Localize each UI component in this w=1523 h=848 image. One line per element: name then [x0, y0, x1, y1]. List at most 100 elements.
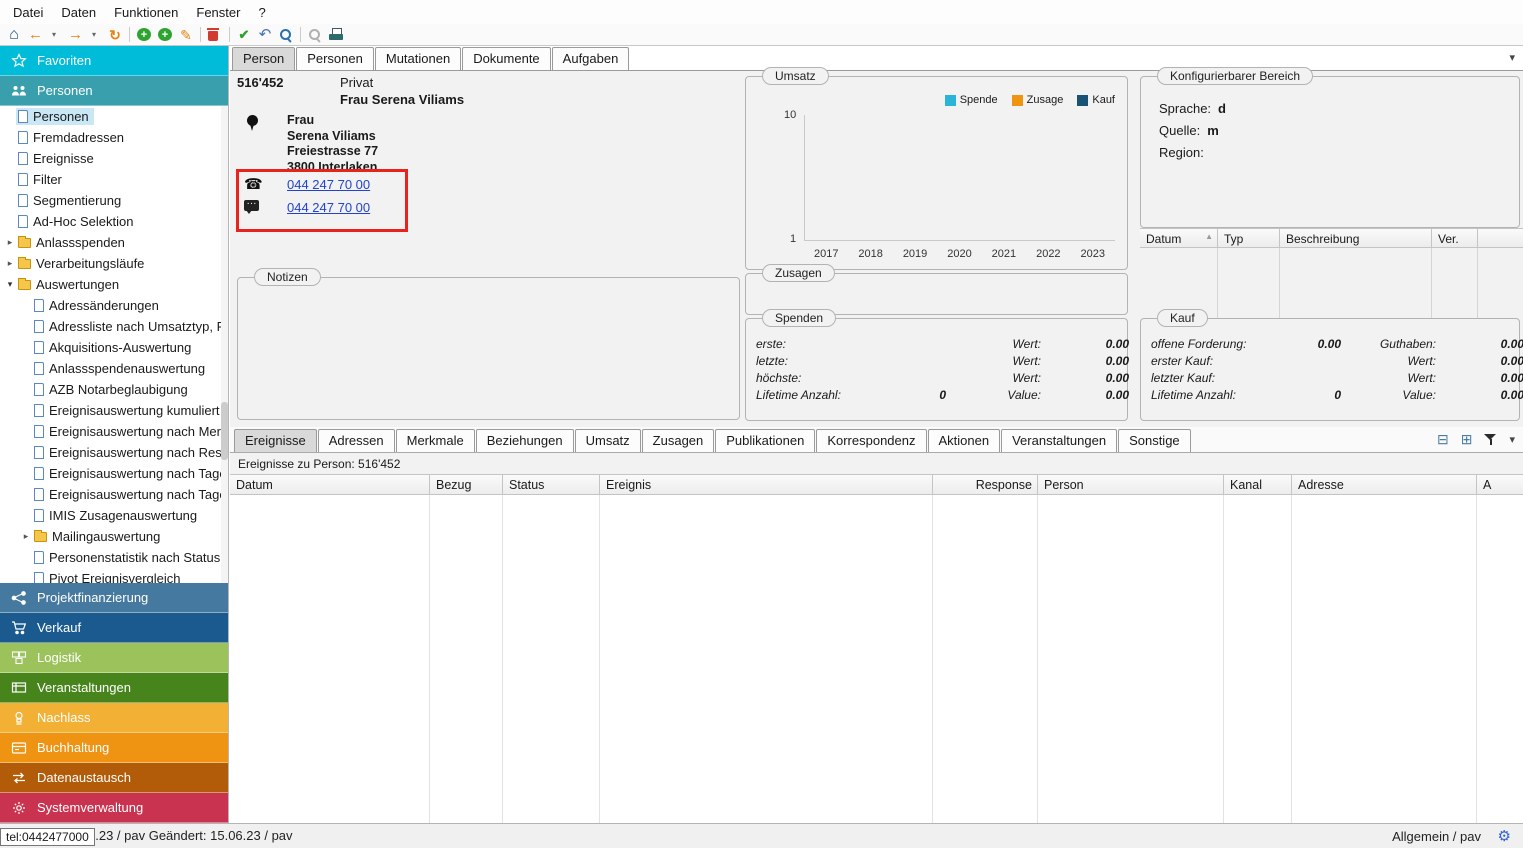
tab-personen[interactable]: Personen — [296, 47, 374, 70]
column-header[interactable]: Response — [933, 475, 1038, 494]
sidebar-section-projektfinanzierung[interactable]: Projektfinanzierung — [0, 583, 228, 613]
tree-toggle-icon[interactable] — [4, 237, 16, 248]
sidebar-section-logistik[interactable]: Logistik — [0, 643, 228, 673]
sms-link[interactable]: 044 247 70 00 — [287, 200, 370, 215]
tab-person[interactable]: Person — [232, 47, 295, 70]
tree-item-personen[interactable]: Personen — [0, 106, 228, 127]
tree-item-akquisitions-auswertung[interactable]: Akquisitions-Auswertung — [0, 337, 228, 358]
home-button[interactable]: ⌂ — [7, 26, 21, 44]
scrollbar-thumb[interactable] — [221, 402, 228, 460]
view-expand-icon[interactable]: ⊞ — [1461, 432, 1473, 446]
refresh-button[interactable]: ↻ — [108, 26, 122, 44]
column-header-typ[interactable]: Typ — [1218, 229, 1280, 247]
forward-button[interactable]: → — [68, 26, 83, 44]
sidebar-section-personen[interactable]: Personen — [0, 76, 228, 106]
tree-toggle-icon[interactable] — [20, 531, 32, 542]
tree-item-segmentierung[interactable]: Segmentierung — [0, 190, 228, 211]
tab-zusagen[interactable]: Zusagen — [642, 429, 715, 452]
tree-item-anlassspendenauswertung[interactable]: Anlassspendenauswertung — [0, 358, 228, 379]
sidebar-section-systemverwaltung[interactable]: Systemverwaltung — [0, 793, 228, 823]
back-dropdown-icon[interactable]: ▾ — [47, 26, 61, 44]
column-header-ver[interactable]: Ver. — [1432, 229, 1478, 247]
tab-korrespondenz[interactable]: Korrespondenz — [816, 429, 926, 452]
tab-umsatz[interactable]: Umsatz — [575, 429, 641, 452]
tree-item-ereignisse[interactable]: Ereignisse — [0, 148, 228, 169]
tree-item-adressliste-nach-umsatztyp[interactable]: Adressliste nach Umsatztyp, Re — [0, 316, 228, 337]
tab-beziehungen[interactable]: Beziehungen — [476, 429, 574, 452]
tab-mutationen[interactable]: Mutationen — [375, 47, 461, 70]
notizen-fieldset[interactable]: Notizen — [237, 277, 740, 420]
column-header-beschreibung[interactable]: Beschreibung — [1280, 229, 1432, 247]
column-header[interactable]: Ereignis — [600, 475, 933, 494]
edit-button[interactable]: ✎ — [179, 26, 193, 44]
menu-daten[interactable]: Daten — [52, 2, 105, 23]
column-header[interactable]: Person — [1038, 475, 1224, 494]
search-button[interactable] — [279, 28, 293, 42]
menu-datei[interactable]: Datei — [4, 2, 52, 23]
confirm-button[interactable]: ✔ — [237, 26, 251, 44]
tree-item-verarbeitungslaeufe[interactable]: Verarbeitungsläufe — [0, 253, 228, 274]
tab-sonstige[interactable]: Sonstige — [1118, 429, 1191, 452]
tree-item-anlassspenden[interactable]: Anlassspenden — [0, 232, 228, 253]
column-header[interactable]: Datum — [230, 475, 430, 494]
sidebar-section-favoriten[interactable]: Favoriten — [0, 46, 228, 76]
tree-item-mailingauswertung[interactable]: Mailingauswertung — [0, 526, 228, 547]
tab-aufgaben[interactable]: Aufgaben — [552, 47, 630, 70]
sidebar-section-verkauf[interactable]: Verkauf — [0, 613, 228, 643]
menu-help[interactable]: ? — [249, 2, 274, 23]
menu-funktionen[interactable]: Funktionen — [105, 2, 187, 23]
sidebar-section-nachlass[interactable]: Nachlass — [0, 703, 228, 733]
tree-scrollbar[interactable] — [221, 106, 228, 583]
tree-item-ereignisauswertung-nach-tage-2[interactable]: Ereignisauswertung nach Tage — [0, 484, 228, 505]
tree-item-filter[interactable]: Filter — [0, 169, 228, 190]
print-button[interactable] — [329, 28, 343, 41]
tree-item-ereignisauswertung-kumuliert[interactable]: Ereignisauswertung kumuliert n — [0, 400, 228, 421]
column-header-datum[interactable]: Datum▲ — [1140, 229, 1218, 247]
duplicate-button[interactable]: + — [158, 28, 172, 41]
chevron-down-icon[interactable]: ▾ — [1509, 51, 1515, 64]
sidebar-section-buchhaltung[interactable]: Buchhaltung — [0, 733, 228, 763]
column-header[interactable]: A — [1477, 475, 1523, 494]
sidebar-section-veranstaltungen[interactable]: Veranstaltungen — [0, 673, 228, 703]
person-detail-panel: 516'452 Privat Frau Serena Viliams FrauS… — [230, 71, 1523, 427]
filter-icon[interactable] — [1484, 433, 1497, 446]
tree-item-fremdadressen[interactable]: Fremdadressen — [0, 127, 228, 148]
column-header[interactable]: Status — [503, 475, 600, 494]
column-header[interactable]: Adresse — [1292, 475, 1477, 494]
delete-button[interactable] — [208, 28, 222, 41]
sidebar-section-datenaustausch[interactable]: Datenaustausch — [0, 763, 228, 793]
x-axis-label: 2019 — [903, 248, 927, 260]
tree-item-azb-notarbeglaubigung[interactable]: AZB Notarbeglaubigung — [0, 379, 228, 400]
tree-item-adressaenderungen[interactable]: Adressänderungen — [0, 295, 228, 316]
tree-item-ad-hoc-selektion[interactable]: Ad-Hoc Selektion — [0, 211, 228, 232]
tab-veranstaltungen[interactable]: Veranstaltungen — [1001, 429, 1117, 452]
tab-adressen[interactable]: Adressen — [318, 429, 395, 452]
tree-item-ereignisauswertung-nach-merkmal[interactable]: Ereignisauswertung nach Merk — [0, 421, 228, 442]
menu-fenster[interactable]: Fenster — [187, 2, 249, 23]
view-compact-icon[interactable]: ⊟ — [1437, 432, 1449, 446]
tree-toggle-icon[interactable] — [4, 279, 16, 290]
column-header[interactable]: Kanal — [1224, 475, 1292, 494]
tree-toggle-icon[interactable] — [4, 258, 16, 269]
back-button[interactable]: ← — [28, 26, 43, 44]
fieldset-legend: Spenden — [762, 309, 836, 327]
tree-item-auswertungen[interactable]: Auswertungen — [0, 274, 228, 295]
tab-publikationen[interactable]: Publikationen — [715, 429, 815, 452]
column-header[interactable]: Bezug — [430, 475, 503, 494]
tab-ereignisse[interactable]: Ereignisse — [234, 429, 317, 452]
undo-button[interactable]: ↶ — [258, 26, 272, 44]
tree-item-ereignisauswertung-nach-tage-1[interactable]: Ereignisauswertung nach Tage — [0, 463, 228, 484]
tab-merkmale[interactable]: Merkmale — [396, 429, 475, 452]
tree-item-pivot-ereignisvergleich[interactable]: Pivot Ereignisvergleich — [0, 568, 228, 583]
chevron-down-icon[interactable]: ▾ — [1509, 433, 1515, 446]
tree-item-personenstatistik-nach-status[interactable]: Personenstatistik nach Status — [0, 547, 228, 568]
tree-item-ereignisauswertung-nach-response[interactable]: Ereignisauswertung nach Resp — [0, 442, 228, 463]
address-block: FrauSerena ViliamsFreiestrasse 773800 In… — [287, 113, 378, 175]
tab-aktionen[interactable]: Aktionen — [928, 429, 1001, 452]
phone-link[interactable]: 044 247 70 00 — [287, 177, 370, 192]
tree-item-imis-zusagenauswertung[interactable]: IMIS Zusagenauswertung — [0, 505, 228, 526]
settings-gear-icon[interactable]: ⚙ — [1498, 827, 1511, 845]
add-button[interactable]: + — [137, 28, 151, 41]
tab-dokumente[interactable]: Dokumente — [462, 47, 550, 70]
forward-dropdown-icon[interactable]: ▾ — [87, 26, 101, 44]
